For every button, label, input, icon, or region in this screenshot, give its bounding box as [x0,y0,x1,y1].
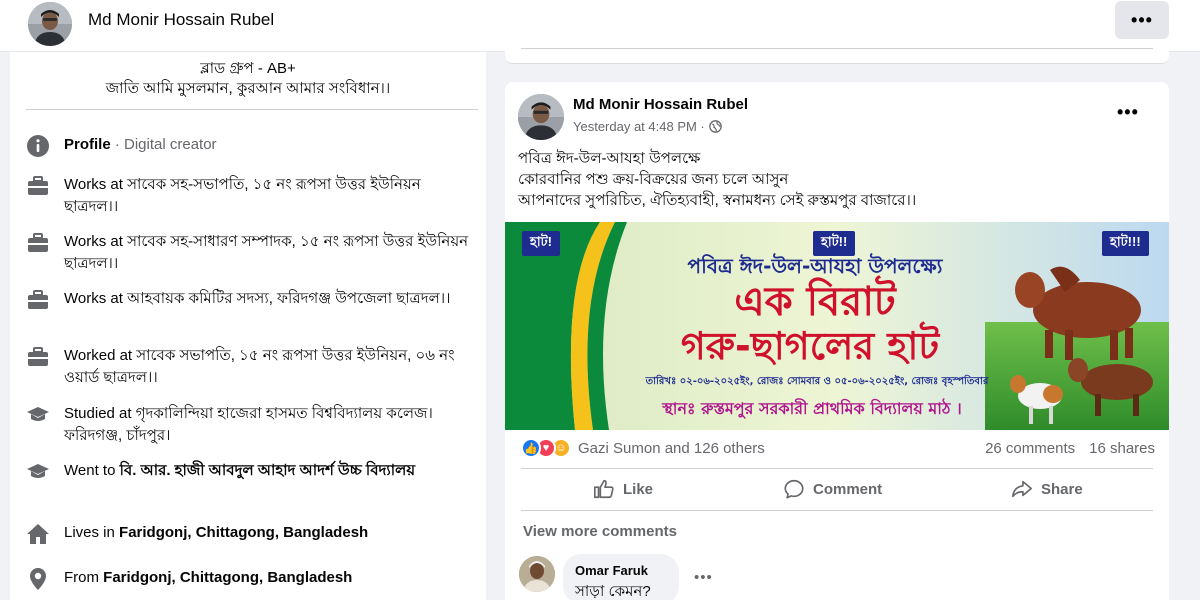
comment-author[interactable]: Omar Faruk [575,563,667,578]
intro-item-from: From Faridgonj, Chittagong, Bangladesh [26,567,476,591]
view-more-comments-link[interactable]: View more comments [523,523,677,540]
intro-work-prefix: Works at [64,290,128,307]
shares-count[interactable]: 16 shares [1089,440,1155,457]
intro-divider [26,109,478,110]
previous-post-card-bottom [505,46,1169,64]
reactions-summary[interactable]: 👍 ♥ ☺ Gazi Sumon and 126 others [521,438,765,458]
banner-title-1: এক বিরাট [734,279,896,325]
intro-lives-link[interactable]: Faridgonj, Chittagong, Bangladesh [119,524,368,541]
bio-line-2: জাতি আমি মুসলমান, কুরআন আমার সংবিধান।। [105,80,391,97]
intro-lives-prefix: Lives in [64,524,120,541]
post-text-line-2: কোরবানির পশু ক্রয়-বিক্রয়ের জন্য চলে আস… [518,171,789,188]
info-icon [27,135,49,157]
globe-icon [708,120,722,133]
actions-divider-bottom [521,510,1153,511]
post-banner-image[interactable]: হাট! হাট!! হাট!!! পবিত্র ঈদ-উল-আযহা উপলক… [505,222,1169,430]
comments-count[interactable]: 26 comments [985,440,1075,457]
intro-item-work-2: Works at সাবেক সহ-সাধারণ সম্পাদক, ১৫ নং … [26,231,476,275]
intro-item-work-3: Works at আহবায়ক কমিটির সদস্য, ফরিদগঞ্জ … [26,288,476,312]
comment-button[interactable]: Comment [783,478,882,500]
post-author-name[interactable]: Md Monir Hossain Rubel [573,96,748,113]
comment-bubble-icon [784,479,804,499]
like-button[interactable]: Like [593,478,653,500]
post-author-avatar[interactable] [518,94,564,140]
intro-edu-prefix: Went to [64,462,120,479]
avatar-image [28,2,72,46]
post-text: পবিত্র ঈদ-উল-আযহা উপলক্ষে কোরবানির পশু ক… [518,148,1158,211]
intro-profile-category: · Digital creator [110,136,217,153]
home-icon [27,524,49,544]
banner-tag-1: হাট! [522,231,561,256]
avatar-image [518,94,564,140]
profile-header-bar: Md Monir Hossain Rubel ••• [0,0,1200,52]
post-time-text[interactable]: Yesterday at 4:48 PM · [573,119,705,134]
banner-dates: তারিখঃ ০২-০৬-২০২৫ইং, রোজঃ সোমবার ও ০৫-০৬… [645,376,989,387]
briefcase-icon [28,233,48,252]
graduation-cap-icon [27,407,49,421]
intro-edu-school-link[interactable]: বি. আর. হাজী আবদুল আহাদ আদর্শ উচ্চ বিদ্য… [120,462,416,479]
more-options-button[interactable]: ••• [1115,1,1169,39]
intro-item-education-1: Studied at গৃদকালিন্দিয়া হাজেরা হাসমত ব… [26,403,476,447]
post-more-button[interactable]: ••• [1117,102,1139,123]
post-text-line-3: আপনাদের সুপরিচিত, ঐতিহ্যবাহী, স্বনামধন্য… [518,192,917,209]
graduation-cap-icon [27,464,49,478]
share-label: Share [1041,480,1083,498]
briefcase-icon [28,176,48,195]
commenter-avatar[interactable] [519,556,555,592]
intro-item-profile: Profile · Digital creator [26,134,476,158]
intro-work-prefix: Worked at [64,347,137,364]
avatar-image [519,556,555,592]
intro-item-work-4: Worked at সাবেক সভাপতি, ১৫ নং রূপসা উত্ত… [26,345,476,389]
intro-item-work-1: Works at সাবেক সহ-সভাপতি, ১৫ নং রূপসা উত… [26,174,476,218]
intro-card: ব্লাড গ্রুপ - AB+ জাতি আমি মুসলমান, কুরআ… [10,52,486,600]
post-text-line-1: পবিত্র ঈদ-উল-আযহা উপলক্ষে [518,150,701,167]
briefcase-icon [28,290,48,309]
banner-venue: স্থানঃ রুস্তমপুর সরকারী প্রাথমিক বিদ্যাল… [662,399,962,418]
intro-item-lives-in: Lives in Faridgonj, Chittagong, Banglade… [26,522,476,546]
thumbs-up-icon [594,479,614,499]
profile-name[interactable]: Md Monir Hossain Rubel [88,10,274,30]
banner-tag-3: হাট!!! [1102,231,1149,256]
intro-item-education-2: Went to বি. আর. হাজী আবদুল আহাদ আদর্শ উচ… [26,460,476,484]
intro-from-link[interactable]: Faridgonj, Chittagong, Bangladesh [103,569,352,586]
intro-work-prefix: Works at [64,176,128,193]
share-button[interactable]: Share [1011,478,1083,500]
like-reaction-icon: 👍 [521,438,541,458]
comment-bubble: Omar Faruk সাড়া কেমন? [563,554,679,600]
intro-from-prefix: From [64,569,104,586]
engagement-counts: 26 comments 16 shares [985,440,1155,457]
intro-work-prefix: Works at [64,233,128,250]
comment-label: Comment [813,480,883,498]
post-timestamp: Yesterday at 4:48 PM · [573,119,722,134]
intro-edu-prefix: Studied at [64,405,136,422]
comment-text: সাড়া কেমন? [575,583,651,600]
post-card: Md Monir Hossain Rubel Yesterday at 4:48… [505,82,1169,600]
intro-profile-label: Profile [64,136,111,153]
banner-title-2: গরু-ছাগলের হাট [680,324,940,368]
actions-divider-top [521,468,1153,469]
share-arrow-icon [1012,480,1032,498]
comment-more-button[interactable]: ••• [694,569,713,586]
briefcase-icon [28,347,48,366]
intro-work-value[interactable]: আহবায়ক কমিটির সদস্য, ফরিদগঞ্জ উপজেলা ছা… [127,290,450,307]
reactors-text[interactable]: Gazi Sumon and 126 others [578,440,765,457]
location-pin-icon [30,568,46,590]
previous-post-divider [521,48,1153,49]
like-label: Like [623,480,654,498]
profile-avatar[interactable] [28,2,72,46]
